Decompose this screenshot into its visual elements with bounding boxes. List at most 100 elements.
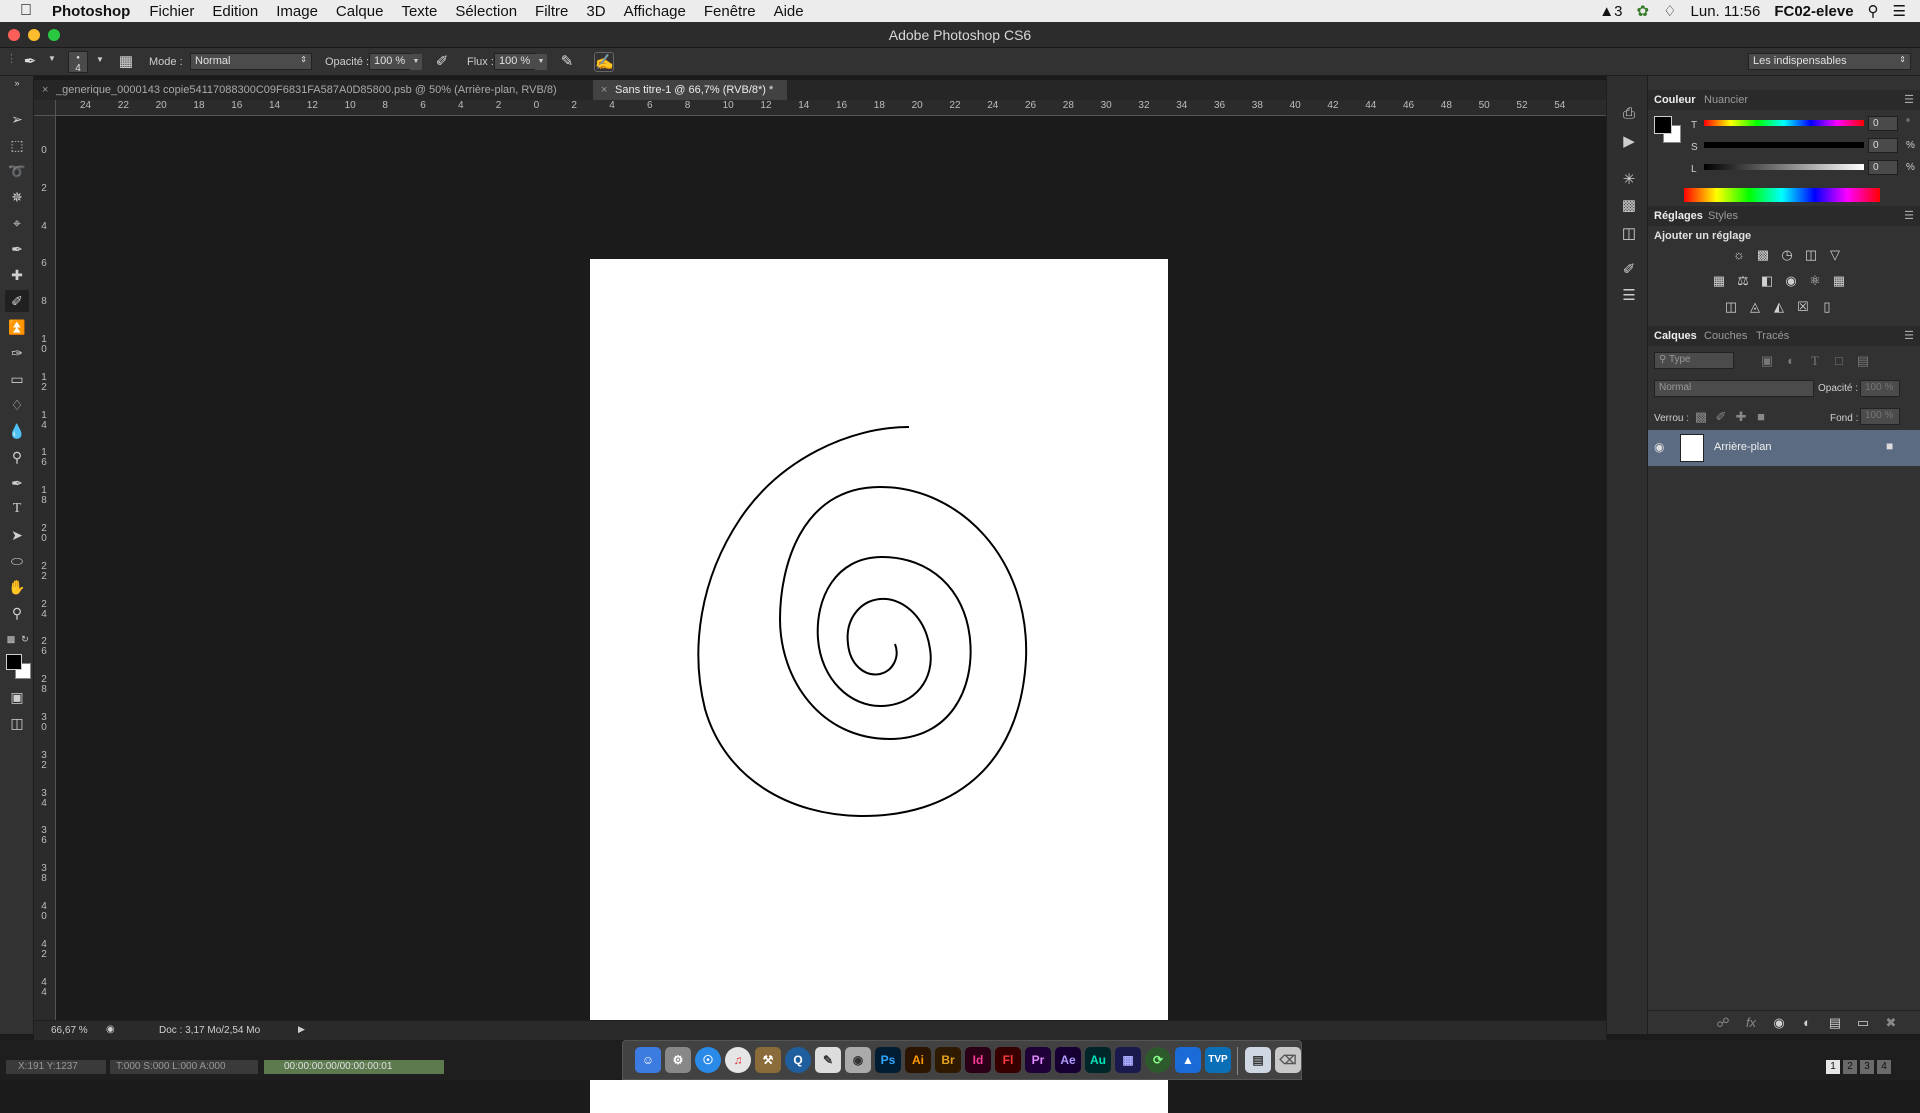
close-tab-icon[interactable]: ×: [42, 80, 48, 100]
levels-adjust-icon[interactable]: ▩: [1754, 246, 1772, 264]
hand-tool-icon[interactable]: ✋: [5, 576, 29, 598]
workspace-select[interactable]: Les indispensables ⇕: [1748, 53, 1911, 70]
tab-reglages[interactable]: Réglages: [1654, 210, 1703, 222]
tab-couches[interactable]: Couches: [1704, 330, 1747, 342]
ruler-vertical[interactable]: 0246810121416182022242628303234363840424…: [34, 116, 56, 1026]
screen-mode-icon[interactable]: ◫: [5, 712, 29, 734]
menu-selection[interactable]: Sélection: [446, 3, 526, 20]
type-tool-icon[interactable]: T: [5, 498, 29, 520]
audition-app-icon[interactable]: Au: [1085, 1047, 1111, 1073]
zoom-level[interactable]: 66,67 %: [51, 1025, 88, 1036]
invert-adjust-icon[interactable]: ◫: [1722, 298, 1740, 316]
flux-field[interactable]: 100 %: [494, 53, 536, 70]
ellipse-tool-icon[interactable]: ⬭: [5, 550, 29, 572]
lasso-tool-icon[interactable]: ➰: [5, 160, 29, 182]
adobe-updates-icon[interactable]: ▲3: [1599, 3, 1622, 20]
spotlight-icon[interactable]: ⚲: [1868, 2, 1879, 20]
path-selection-tool-icon[interactable]: ➤: [5, 524, 29, 546]
menubar-clock[interactable]: Lun. 11:56: [1691, 3, 1761, 20]
panel-menu-icon[interactable]: ☰: [1904, 209, 1914, 222]
tvpaint-app-icon[interactable]: TVP: [1205, 1047, 1231, 1073]
desktop-4-icon[interactable]: 4: [1877, 1060, 1891, 1074]
brightness-adjust-icon[interactable]: ☼: [1730, 246, 1748, 264]
itunes-icon[interactable]: ♫: [725, 1047, 751, 1073]
wifi-icon[interactable]: ♢: [1663, 2, 1676, 20]
menu-aide[interactable]: Aide: [765, 3, 813, 20]
delete-layer-icon[interactable]: ✖: [1882, 1014, 1900, 1032]
safari-icon[interactable]: ☉: [695, 1047, 721, 1073]
menu-texte[interactable]: Texte: [392, 3, 446, 20]
canvas-area[interactable]: [56, 117, 1608, 1113]
tools-collapse-icon[interactable]: »: [5, 78, 29, 88]
opacity-arrow-icon[interactable]: ▼: [410, 54, 422, 70]
tool-presets-icon[interactable]: ☰: [1619, 286, 1639, 306]
history-brush-tool-icon[interactable]: ✑: [5, 342, 29, 364]
lock-position-icon[interactable]: ✚: [1732, 408, 1750, 426]
blur-tool-icon[interactable]: 💧: [5, 420, 29, 442]
utility-app-icon[interactable]: ⚒: [755, 1047, 781, 1073]
posterize-adjust-icon[interactable]: ◬: [1746, 298, 1764, 316]
tab-styles[interactable]: Styles: [1708, 210, 1738, 222]
sync-app-icon[interactable]: ⟳: [1145, 1047, 1171, 1073]
filter-smart-icon[interactable]: ▤: [1854, 352, 1872, 370]
trash-icon[interactable]: ⌫: [1275, 1047, 1301, 1073]
zoom-tool-icon[interactable]: ⚲: [5, 602, 29, 624]
healing-brush-tool-icon[interactable]: ✚: [5, 264, 29, 286]
paint-bucket-tool-icon[interactable]: ♢: [5, 394, 29, 416]
tab-calques[interactable]: Calques: [1654, 330, 1697, 342]
new-group-icon[interactable]: ▤: [1826, 1014, 1844, 1032]
gradient-map-adjust-icon[interactable]: ▯: [1818, 298, 1836, 316]
brush-tool-icon[interactable]: ✐: [5, 290, 29, 312]
doc-tab-generique[interactable]: × _generique_0000143 copie54117088300C09…: [34, 80, 592, 100]
menu-image[interactable]: Image: [267, 3, 327, 20]
filter-pixel-icon[interactable]: ▣: [1758, 352, 1776, 370]
brush-panel-toggle-icon[interactable]: ▦: [116, 52, 136, 72]
menu-fenetre[interactable]: Fenêtre: [695, 3, 765, 20]
stamp-tool-icon[interactable]: ⏫: [5, 316, 29, 338]
histogram-panel-icon[interactable]: ▩: [1619, 196, 1639, 216]
slider-t[interactable]: [1704, 120, 1864, 126]
layer-filter-select[interactable]: ⚲ Type: [1654, 352, 1734, 369]
tab-couleur[interactable]: Couleur: [1654, 94, 1696, 106]
menu-filtre[interactable]: Filtre: [526, 3, 577, 20]
close-tab-icon[interactable]: ×: [601, 80, 607, 100]
filter-shape-icon[interactable]: □: [1830, 352, 1848, 370]
menubar-user[interactable]: FC02-eleve: [1774, 3, 1853, 20]
layer-blend-select[interactable]: Normal: [1654, 380, 1814, 397]
eyedropper-tool-icon[interactable]: ✒: [5, 238, 29, 260]
bridge-app-icon[interactable]: Br: [935, 1047, 961, 1073]
fill-field[interactable]: 100 %: [1860, 408, 1900, 425]
desktop-1-icon[interactable]: 1: [1826, 1060, 1840, 1074]
quick-mask-icon[interactable]: ▣: [5, 686, 29, 708]
history-panel-icon[interactable]: ⎙: [1619, 104, 1639, 124]
brush-preset-arrow-icon[interactable]: ▼: [48, 54, 56, 63]
layer-row[interactable]: ◉ Arrière-plan ■: [1648, 430, 1920, 466]
pressure-opacity-icon[interactable]: ✐: [432, 52, 452, 72]
filter-type-icon[interactable]: T: [1806, 352, 1824, 370]
3d-panel-icon[interactable]: ✳: [1619, 170, 1639, 190]
pressure-size-icon[interactable]: ✍: [594, 52, 614, 72]
media-encoder-icon[interactable]: ▦: [1115, 1047, 1141, 1073]
lock-all-icon[interactable]: ■: [1752, 408, 1770, 426]
finder-icon[interactable]: ☺: [635, 1047, 661, 1073]
exposure-adjust-icon[interactable]: ◫: [1802, 246, 1820, 264]
new-adjustment-layer-icon[interactable]: ◐: [1798, 1014, 1816, 1032]
desktop-3-icon[interactable]: 3: [1860, 1060, 1874, 1074]
default-colors-icon[interactable]: ▩: [5, 628, 17, 650]
channel-mixer-adjust-icon[interactable]: ⚛: [1806, 272, 1824, 290]
eraser-tool-icon[interactable]: ▭: [5, 368, 29, 390]
desktop-2-icon[interactable]: 2: [1843, 1060, 1857, 1074]
status-menu-arrow-icon[interactable]: ▶: [298, 1024, 305, 1035]
slider-l[interactable]: [1704, 164, 1864, 170]
mode-select[interactable]: Normal ⇕: [190, 53, 312, 70]
lock-transparent-icon[interactable]: ▩: [1692, 408, 1710, 426]
image-capture-icon[interactable]: ◉: [845, 1047, 871, 1073]
slider-value-s[interactable]: 0: [1868, 138, 1898, 153]
apple-icon[interactable]: : [0, 2, 52, 20]
add-mask-icon[interactable]: ◉: [1770, 1014, 1788, 1032]
move-tool-icon[interactable]: ➢: [5, 108, 29, 130]
menu-app-name[interactable]: Photoshop: [52, 3, 140, 20]
layer-name[interactable]: Arrière-plan: [1714, 441, 1771, 453]
color-lookup-adjust-icon[interactable]: ▦: [1830, 272, 1848, 290]
color-balance-adjust-icon[interactable]: ⚖: [1734, 272, 1752, 290]
